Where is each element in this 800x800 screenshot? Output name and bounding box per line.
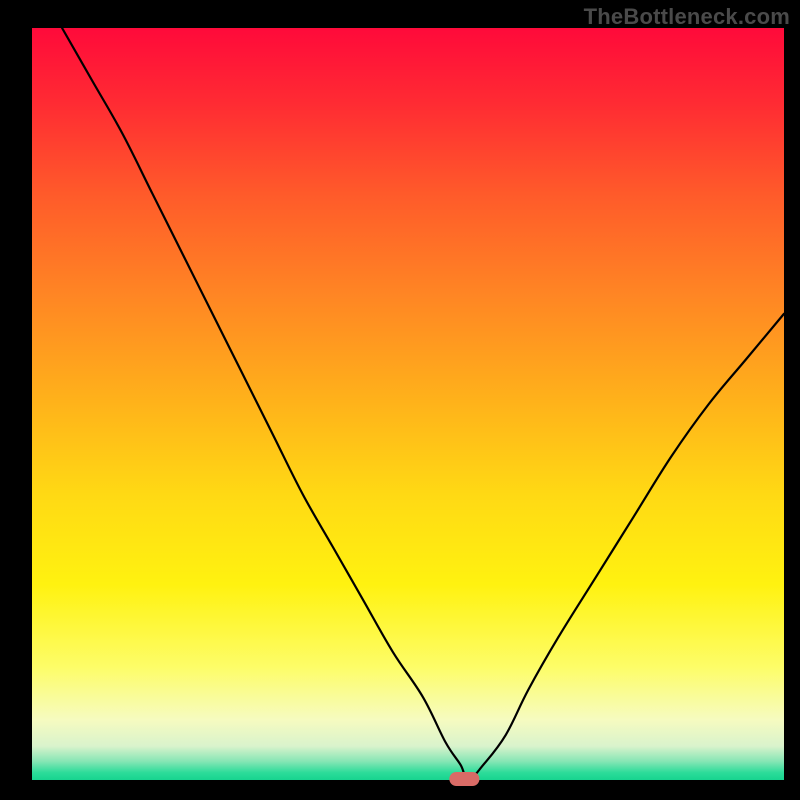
chart-frame: TheBottleneck.com: [0, 0, 800, 800]
watermark-text: TheBottleneck.com: [584, 4, 790, 30]
optimal-marker: [449, 772, 479, 786]
bottleneck-chart: [0, 0, 800, 800]
plot-background: [32, 28, 784, 780]
